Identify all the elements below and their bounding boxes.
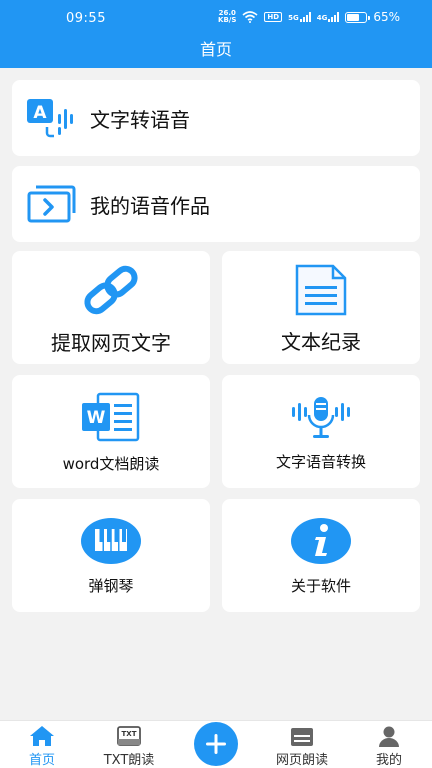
txt-badge-label: TXT: [122, 730, 137, 738]
piano-tile[interactable]: 弹钢琴: [12, 499, 210, 612]
txt-file-icon: TXT: [116, 721, 142, 747]
add-button[interactable]: [194, 722, 238, 766]
piano-label: 弹钢琴: [88, 577, 134, 595]
status-bar: 09:55 26.0 KB/S HD 5G 4G 65%: [0, 0, 432, 36]
text-to-speech-label: 文字转语音: [90, 107, 190, 132]
tab-mine-label: 我的: [375, 753, 402, 768]
signal-4g-label: 4G: [316, 14, 328, 22]
voice-works-icon: [24, 181, 80, 227]
signal-bars-icon: [328, 12, 340, 22]
svg-text:W: W: [87, 408, 106, 428]
text-records-label: 文本纪录: [281, 330, 361, 354]
piano-icon: [81, 518, 141, 564]
word-read-tile[interactable]: W word文档朗读: [12, 375, 210, 488]
page-title: 首页: [0, 36, 432, 68]
signal-5g-label: 5G: [288, 14, 299, 22]
network-speed: 26.0 KB/S: [218, 10, 236, 24]
wifi-icon: [242, 11, 258, 23]
info-icon: [291, 518, 351, 564]
translate-voice-icon: A: [24, 95, 80, 141]
text-voice-convert-label: 文字语音转换: [275, 453, 366, 471]
microphone-icon: [292, 397, 350, 438]
document-icon: [295, 264, 347, 316]
link-chain-icon: [84, 265, 138, 315]
tab-web-read-label: 网页朗读: [275, 753, 328, 768]
network-speed-unit: KB/S: [218, 16, 237, 24]
signal-4g: 4G: [317, 12, 340, 22]
extract-web-text-label: 提取网页文字: [51, 331, 171, 355]
text-voice-convert-tile[interactable]: 文字语音转换: [222, 375, 420, 488]
tab-home[interactable]: 首页: [2, 721, 82, 768]
tab-home-label: 首页: [28, 753, 55, 768]
svg-text:A: A: [33, 103, 47, 123]
battery-fill: [347, 13, 360, 21]
about-label: 关于软件: [290, 577, 351, 595]
tab-txt-read[interactable]: TXT TXT朗读: [89, 721, 169, 768]
user-icon: [378, 721, 400, 747]
status-icons: 26.0 KB/S HD 5G 4G 65%: [218, 10, 400, 25]
status-time: 09:55: [66, 11, 106, 26]
battery-icon: [345, 11, 371, 23]
about-tile[interactable]: 关于软件: [222, 499, 420, 612]
web-page-icon: [290, 721, 314, 747]
home-icon: [29, 721, 55, 747]
my-voice-works-label: 我的语音作品: [90, 193, 210, 218]
text-to-speech-card[interactable]: A 文字转语音: [12, 80, 420, 156]
word-document-icon: W: [82, 392, 140, 442]
hd-badge: HD: [264, 12, 283, 22]
plus-icon: [206, 734, 226, 754]
text-records-tile[interactable]: 文本纪录: [222, 251, 420, 364]
extract-web-text-tile[interactable]: 提取网页文字: [12, 251, 210, 364]
tab-web-read[interactable]: 网页朗读: [262, 721, 342, 768]
battery-percent: 65%: [373, 10, 400, 24]
signal-bars-icon: [299, 12, 311, 22]
word-read-label: word文档朗读: [62, 455, 160, 473]
signal-5g: 5G: [288, 12, 311, 22]
tab-mine[interactable]: 我的: [349, 721, 429, 768]
my-voice-works-card[interactable]: 我的语音作品: [12, 166, 420, 242]
tab-txt-read-label: TXT朗读: [103, 753, 155, 768]
